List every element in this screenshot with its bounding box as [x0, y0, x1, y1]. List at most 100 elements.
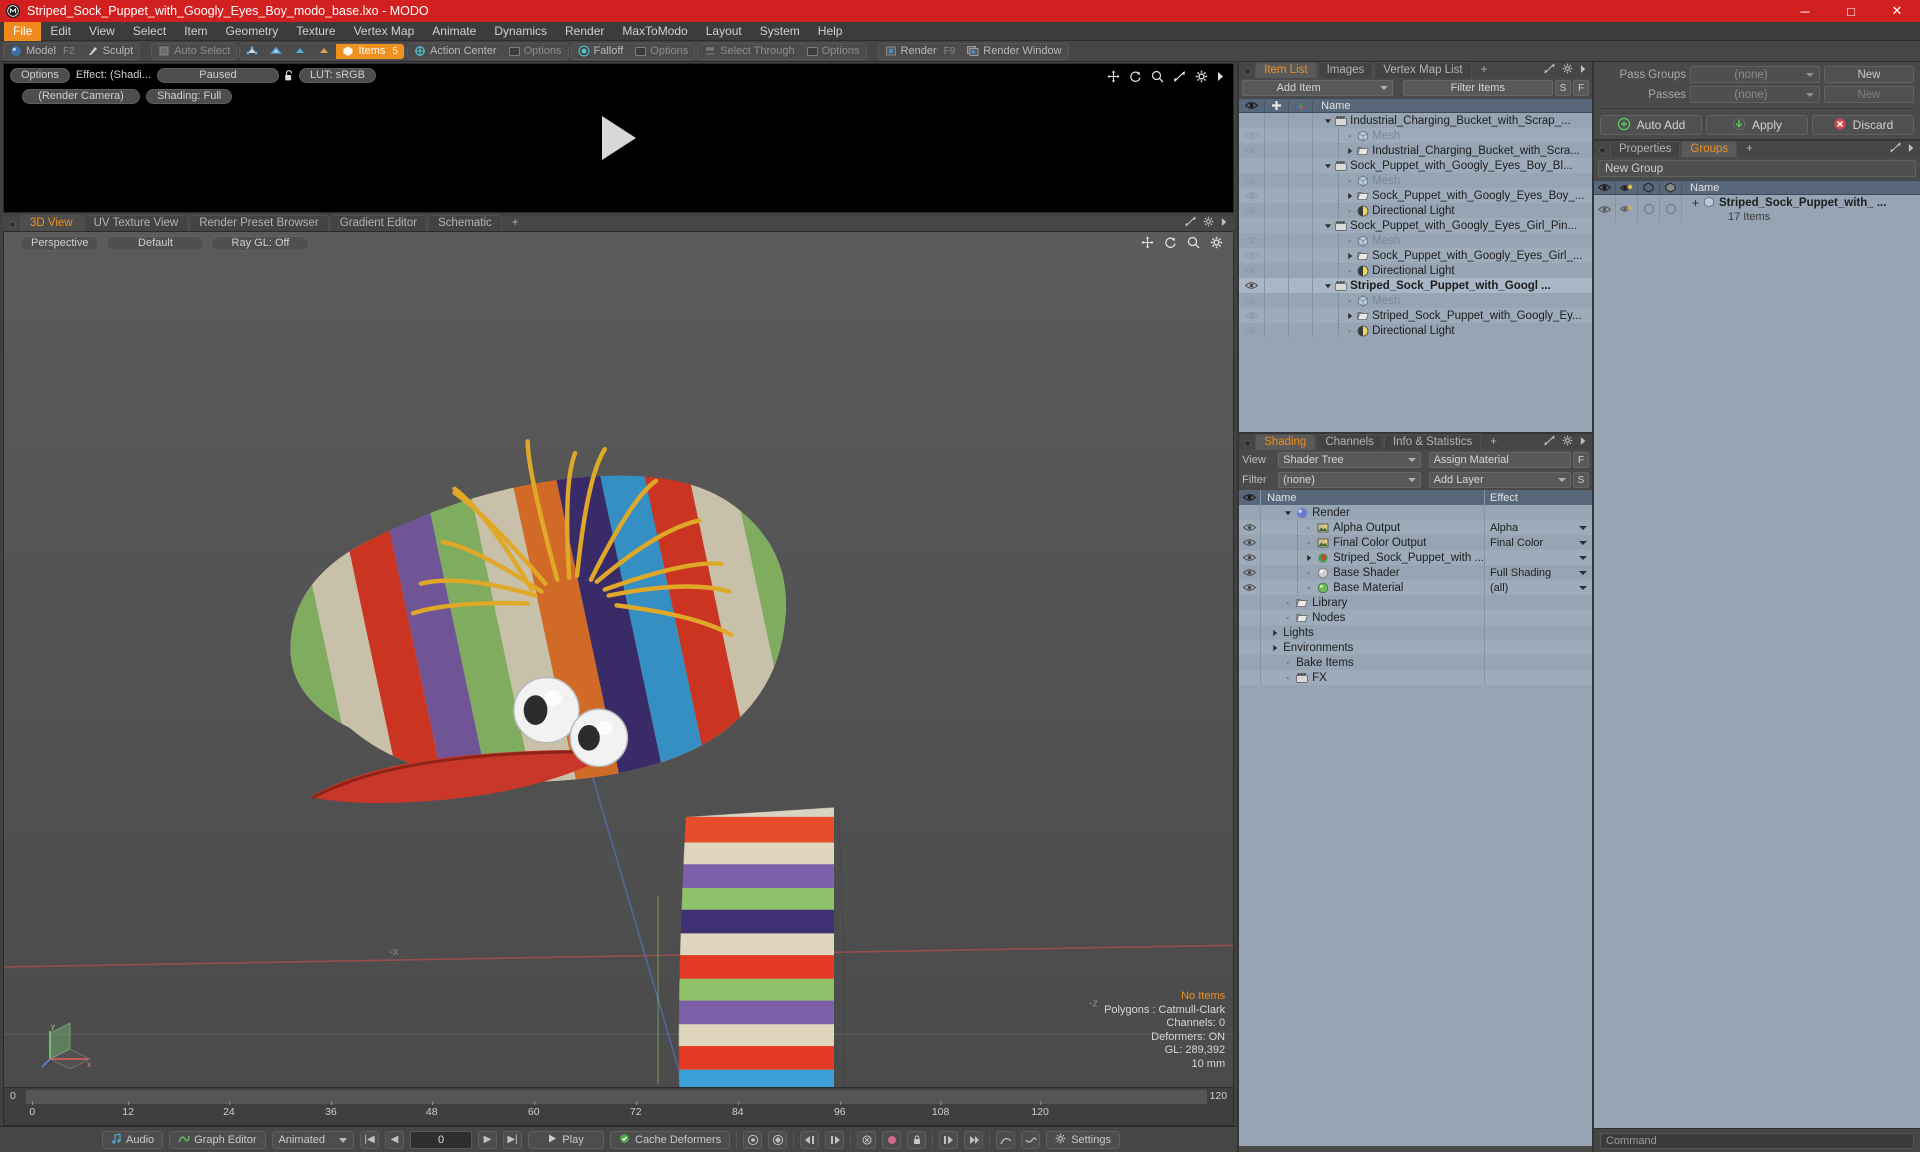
row-transform-toggle[interactable] [1289, 158, 1314, 173]
shader-row-name[interactable]: Render [1261, 507, 1484, 519]
key-curve-button[interactable] [1021, 1130, 1041, 1149]
row-transform-toggle[interactable] [1289, 248, 1314, 263]
groups-tree[interactable]: + Striped_Sock_Puppet_with_ ... 17 Items [1594, 195, 1920, 1128]
shader-row-visibility-toggle[interactable] [1239, 535, 1262, 550]
add-layer-dropdown[interactable]: Add Layer [1428, 472, 1571, 488]
row-lock-toggle[interactable] [1265, 323, 1290, 338]
row-visibility-toggle[interactable] [1239, 173, 1266, 188]
tab-vertex-map-list[interactable]: Vertex Map List [1374, 62, 1472, 78]
shader-tree-row[interactable]: Base Material (all) [1239, 580, 1592, 595]
shader-row-name[interactable]: Bake Items [1261, 657, 1484, 669]
item-list-gear-icon[interactable] [1562, 63, 1573, 77]
shader-row-effect[interactable] [1484, 610, 1592, 625]
col-lock-icon[interactable] [1265, 98, 1290, 113]
row-visibility-toggle[interactable] [1239, 188, 1266, 203]
step-back-button[interactable]: ◀ [385, 1130, 404, 1149]
minimize-button[interactable]: ─ [1782, 0, 1828, 22]
model-mode-button[interactable]: Model F2 [4, 44, 81, 59]
shader-row-name[interactable]: Environments [1261, 642, 1484, 654]
table-row[interactable]: Mesh [1239, 173, 1592, 188]
materials-mode-button[interactable] [312, 44, 336, 59]
row-name[interactable]: Directional Light [1313, 323, 1592, 338]
shader-row-effect[interactable] [1484, 670, 1592, 685]
polygons-mode-button[interactable] [288, 44, 312, 59]
row-visibility-toggle[interactable] [1239, 308, 1266, 323]
shader-row-visibility-toggle[interactable] [1239, 655, 1262, 670]
chevron-right-icon[interactable] [1217, 71, 1225, 85]
shader-row-visibility-toggle[interactable] [1239, 565, 1262, 580]
discard-button[interactable]: Discard [1812, 115, 1914, 135]
row-name[interactable]: Sock_Puppet_with_Googly_Eyes_Girl_Pin... [1313, 220, 1592, 232]
row-transform-toggle[interactable] [1289, 278, 1314, 293]
row-name[interactable]: Mesh [1313, 293, 1592, 308]
shader-tree-row[interactable]: Environments [1239, 640, 1592, 655]
group-row[interactable]: + Striped_Sock_Puppet_with_ ... 17 Items [1594, 195, 1920, 223]
select-through-button[interactable]: Select Through [698, 44, 800, 59]
shader-row-visibility-toggle[interactable] [1239, 580, 1262, 595]
menu-item-layout[interactable]: Layout [697, 22, 751, 41]
go-to-start-button[interactable]: |◀ [360, 1130, 379, 1149]
pass-groups-dropdown[interactable]: (none) [1690, 66, 1820, 83]
cache-deformers-button[interactable]: Cache Deformers [610, 1130, 731, 1149]
shader-row-name[interactable]: Nodes [1261, 612, 1484, 624]
row-lock-toggle[interactable] [1265, 173, 1290, 188]
select-through-options-button[interactable]: Options [801, 44, 866, 59]
groups-col-shape-icon[interactable] [1638, 180, 1660, 195]
shader-col-visibility-icon[interactable] [1239, 490, 1262, 505]
shader-row-name[interactable]: Final Color Output [1261, 535, 1484, 550]
shader-row-effect[interactable] [1484, 505, 1592, 520]
groups-col-shape2-icon[interactable] [1660, 180, 1682, 195]
items-mode-button[interactable]: Items 5 [336, 43, 404, 59]
shader-row-effect[interactable]: Alpha [1484, 520, 1592, 535]
tab-add-shading[interactable]: + [1482, 435, 1505, 450]
row-lock-toggle[interactable] [1265, 308, 1290, 323]
groups-menu-dot-icon[interactable] [1599, 147, 1606, 154]
tab-gradient-editor[interactable]: Gradient Editor [329, 215, 428, 231]
group-row-eye-toggle[interactable] [1594, 195, 1616, 223]
render-paused-button[interactable]: Paused [156, 67, 279, 83]
shader-row-visibility-toggle[interactable] [1239, 640, 1262, 655]
step-forward-button[interactable]: ▶ [478, 1130, 497, 1149]
action-center-button[interactable]: Action Center [408, 44, 503, 59]
falloff-button[interactable]: Falloff [572, 44, 630, 59]
shader-tree-row[interactable]: Alpha Output Alpha [1239, 520, 1592, 535]
table-row[interactable]: Mesh [1239, 128, 1592, 143]
shader-row-visibility-toggle[interactable] [1239, 670, 1262, 685]
assign-material-button[interactable]: Assign Material [1428, 452, 1571, 468]
shader-row-name[interactable]: Alpha Output [1261, 520, 1484, 535]
row-transform-toggle[interactable] [1289, 323, 1314, 338]
row-name[interactable]: Sock_Puppet_with_Googly_Eyes_Boy_... [1313, 188, 1592, 203]
row-visibility-toggle[interactable] [1239, 293, 1266, 308]
shader-row-effect[interactable] [1484, 640, 1592, 655]
row-name[interactable]: Industrial_Charging_Bucket_with_Scra... [1313, 143, 1592, 158]
menu-item-texture[interactable]: Texture [287, 22, 344, 41]
groups-col-visibility-icon[interactable] [1594, 180, 1616, 195]
tab-properties[interactable]: Properties [1610, 141, 1681, 157]
panel-menu-dot-icon[interactable] [9, 221, 16, 228]
tab-item-list[interactable]: Item List [1255, 62, 1317, 78]
filter-f-button[interactable]: F [1573, 80, 1589, 96]
shader-tree-row[interactable]: FX [1239, 670, 1592, 685]
group-row-render-toggle[interactable] [1616, 195, 1638, 223]
shader-tree-row[interactable]: Library [1239, 595, 1592, 610]
groups-chevron-icon[interactable] [1908, 142, 1915, 156]
tab-images[interactable]: Images [1317, 62, 1374, 78]
render-shading-button[interactable]: Shading: Full [146, 88, 233, 104]
shader-tree-row[interactable]: Bake Items [1239, 655, 1592, 670]
shader-tree-row[interactable]: Base Shader Full Shading [1239, 565, 1592, 580]
group-row-shape-toggle[interactable] [1638, 195, 1660, 223]
row-lock-toggle[interactable] [1265, 248, 1290, 263]
play-overlay-icon[interactable] [601, 116, 636, 160]
shader-row-name[interactable]: Library [1261, 597, 1484, 609]
row-visibility-toggle[interactable] [1239, 263, 1266, 278]
action-center-options-button[interactable]: Options [503, 44, 568, 59]
groups-expand-icon[interactable] [1890, 142, 1901, 156]
shader-tree-row[interactable]: Final Color Output Final Color [1239, 535, 1592, 550]
viewport-chevron-icon[interactable] [1221, 216, 1228, 230]
tab-add-button[interactable]: + [503, 216, 528, 231]
row-lock-toggle[interactable] [1265, 218, 1290, 233]
shader-row-visibility-toggle[interactable] [1239, 550, 1262, 565]
shader-row-visibility-toggle[interactable] [1239, 610, 1262, 625]
filter-items-field[interactable]: Filter Items [1402, 80, 1553, 96]
shader-row-name[interactable]: Base Material [1261, 580, 1484, 595]
